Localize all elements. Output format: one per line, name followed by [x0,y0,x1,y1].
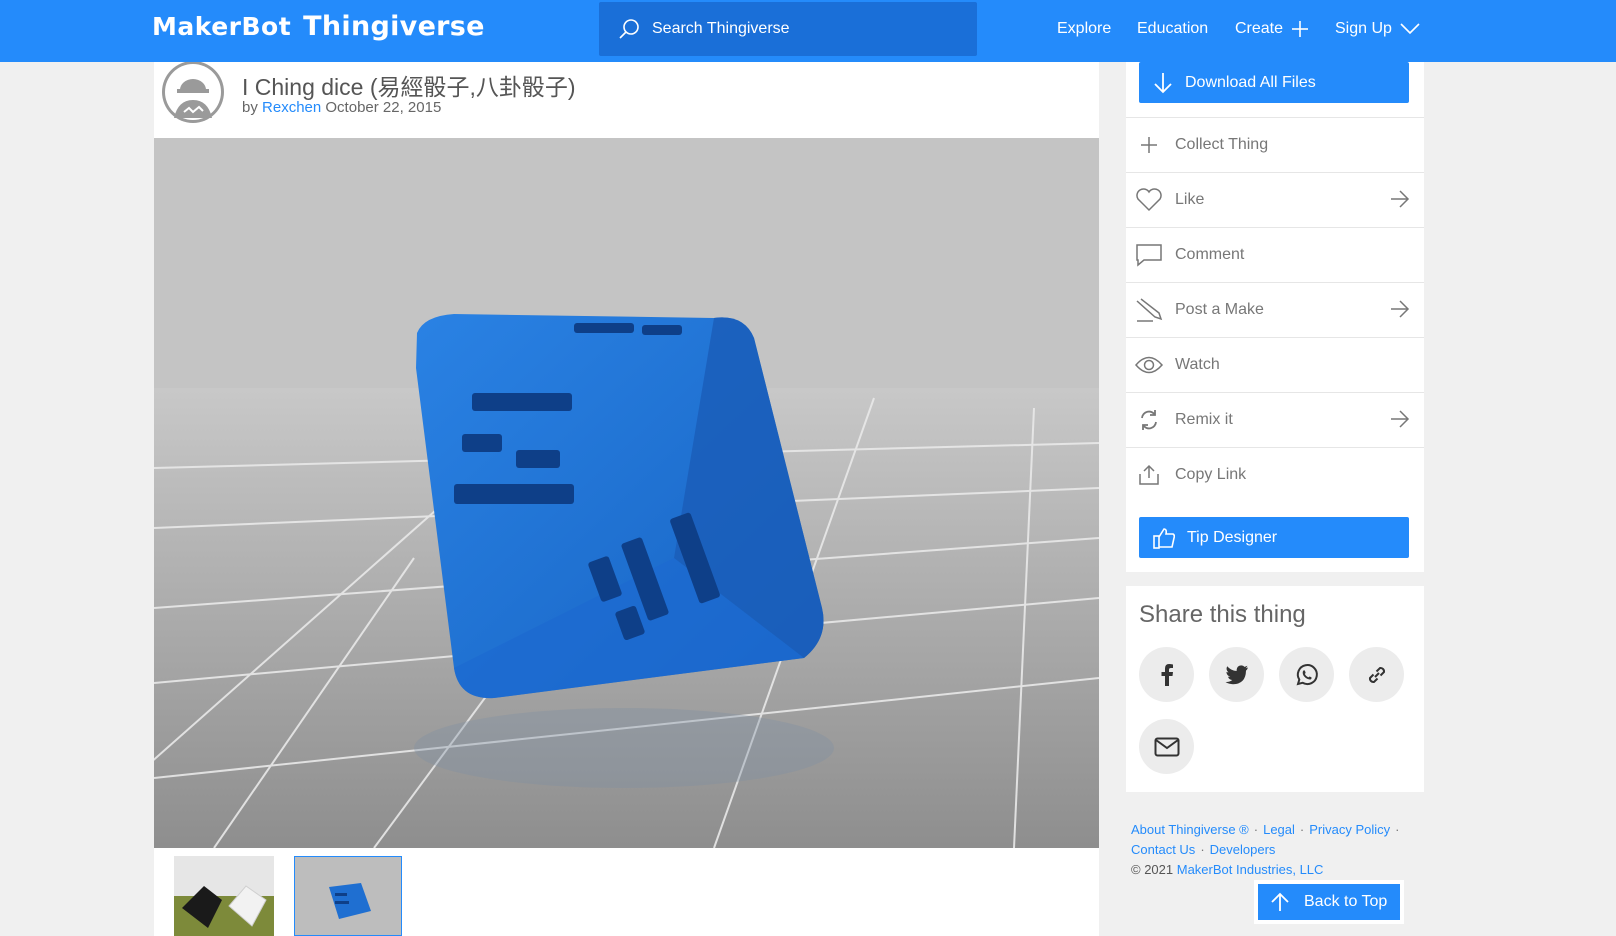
arrow-up-icon [1271,892,1289,911]
publish-date: October 22, 2015 [325,99,442,116]
footer-contact-link[interactable]: Contact Us [1131,842,1195,857]
watch-label: Watch [1175,356,1220,373]
site-footer: About Thingiverse ® · Legal · Privacy Policy… [1131,820,1421,880]
share-twitter-button[interactable] [1209,647,1264,702]
share-whatsapp-button[interactable] [1279,647,1334,702]
download-label: Download All Files [1185,73,1316,91]
remix-icon [1141,410,1157,430]
footer-about-link[interactable]: About Thingiverse ® [1131,822,1249,837]
nav-education-label: Education [1137,20,1209,37]
author-link[interactable]: Rexchen [262,99,321,116]
nav-explore[interactable]: Explore [1057,0,1111,58]
whatsapp-icon [1296,663,1318,685]
copy-link-button[interactable]: Copy Link [1126,447,1424,502]
collect-thing-button[interactable]: Collect Thing [1126,117,1424,172]
footer-copyright: © 2021 [1131,862,1174,877]
download-all-files-button[interactable]: Download All Files [1139,62,1409,103]
plus-icon [1292,21,1309,37]
thumbnail-2-selected[interactable] [294,856,402,936]
share-facebook-button[interactable] [1139,647,1194,702]
logo-makerbot-text: MakerBot [152,12,292,41]
footer-developers-link[interactable]: Developers [1210,842,1276,857]
share-copy-link-button[interactable] [1349,647,1404,702]
arrow-right-icon [1391,190,1410,208]
arrow-down-icon [1154,72,1172,93]
thumbs-up-icon [1153,527,1175,549]
footer-row-3: © 2021 MakerBot Industries, LLC [1131,860,1421,880]
author-avatar[interactable] [160,62,226,126]
collect-label: Collect Thing [1175,136,1269,153]
footer-row-1: About Thingiverse ® · Legal · Privacy Policy… [1131,822,1400,837]
like-button[interactable]: Like [1126,172,1424,227]
thing-actions-panel: Download All Files Collect Thing Like Co… [1126,62,1424,572]
logo-thingiverse-text: Thingiverse [303,11,485,42]
top-navbar: MakerBot Thingiverse Explore Education C… [0,0,1616,62]
nav-signup[interactable]: Sign Up [1335,0,1420,58]
link-icon [1368,666,1385,683]
thumbnail-2-image [295,857,401,935]
thumbnail-1[interactable] [174,856,274,936]
thing-meta: by Rexchen October 22, 2015 [242,99,441,116]
search-input[interactable] [652,20,952,38]
eye-icon [1135,356,1163,374]
main-thing-image[interactable] [154,138,1099,848]
nav-signup-label: Sign Up [1335,20,1392,37]
footer-row-2: Contact Us · Developers [1131,842,1276,857]
nav-education[interactable]: Education [1137,0,1208,58]
nav-create-label: Create [1235,20,1284,37]
by-label: by [242,99,258,116]
dice-render-image [154,138,1099,848]
post-a-make-button[interactable]: Post a Make [1126,282,1424,337]
tip-label: Tip Designer [1187,528,1278,546]
search-box[interactable] [599,2,977,56]
comment-button[interactable]: Comment [1126,227,1424,282]
footer-legal-link[interactable]: Legal [1263,822,1295,837]
arrow-right-icon [1391,410,1410,428]
thumbnail-strip [154,848,1099,936]
plus-icon [1141,137,1157,153]
share-panel: Share this thing [1126,586,1424,792]
thing-title: I Ching dice (易經骰子,八卦骰子) [242,74,576,100]
nav-create[interactable]: Create [1235,0,1309,58]
share-title: Share this thing [1139,601,1306,628]
post-make-label: Post a Make [1175,301,1264,318]
like-label: Like [1175,191,1205,208]
comment-label: Comment [1175,246,1245,263]
tip-designer-button[interactable]: Tip Designer [1139,517,1409,558]
pencil-icon [1136,298,1163,322]
footer-company-link[interactable]: MakerBot Industries, LLC [1177,862,1324,877]
search-icon [619,19,639,39]
thumbnail-1-image [174,856,274,936]
thing-header: I Ching dice (易經骰子,八卦骰子) by Rexchen Octo… [154,62,1099,138]
share-email-button[interactable] [1139,719,1194,774]
remix-it-button[interactable]: Remix it [1126,392,1424,447]
watch-button[interactable]: Watch [1126,337,1424,392]
heart-icon [1136,188,1162,212]
twitter-icon [1225,664,1248,684]
back-to-top-label: Back to Top [1304,893,1388,910]
share-upload-icon [1139,464,1159,485]
copy-link-label: Copy Link [1175,466,1247,483]
makerbot-thingiverse-logo[interactable]: MakerBot Thingiverse [152,11,485,51]
nav-explore-label: Explore [1057,20,1112,37]
email-icon [1154,737,1179,756]
facebook-icon [1161,663,1173,686]
arrow-right-icon [1391,300,1410,318]
remix-label: Remix it [1175,411,1233,428]
comment-icon [1136,244,1162,267]
chevron-down-icon [1400,23,1420,35]
footer-privacy-link[interactable]: Privacy Policy [1309,822,1390,837]
back-to-top-button[interactable]: Back to Top [1255,881,1403,923]
